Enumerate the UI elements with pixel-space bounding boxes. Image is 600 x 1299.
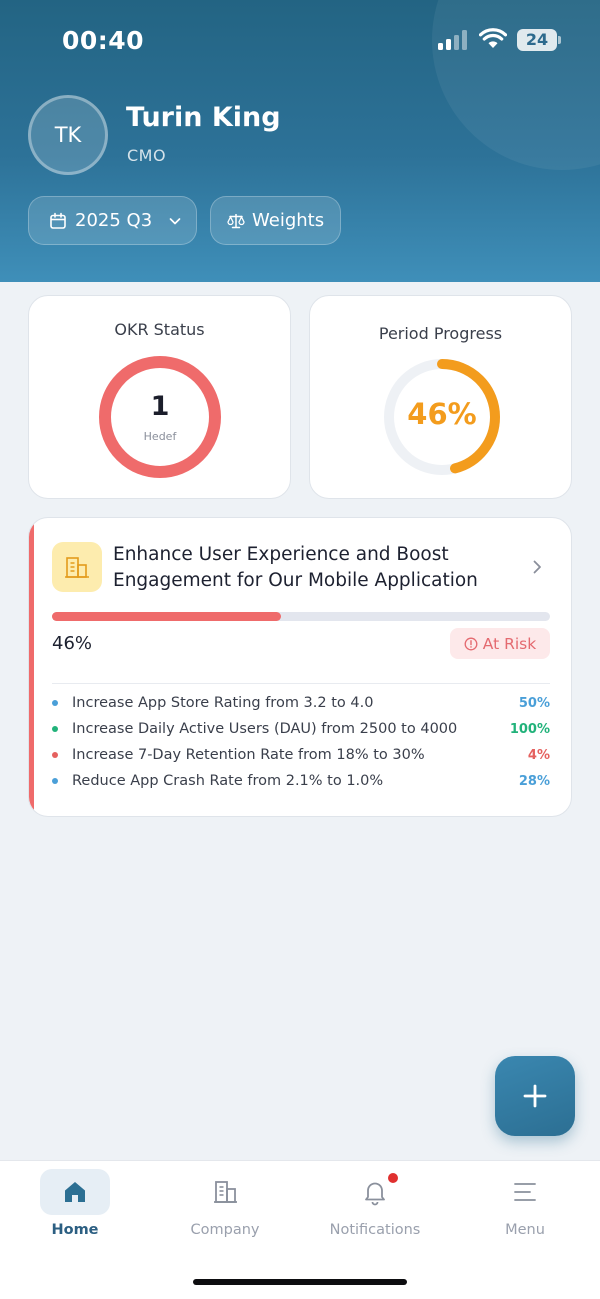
weights-label: Weights — [252, 210, 325, 231]
key-result-percent: 100% — [509, 721, 550, 737]
nav-home-label: Home — [51, 1222, 99, 1238]
key-result-text: Reduce App Crash Rate from 2.1% to 1.0% — [72, 773, 384, 789]
period-progress-title: Period Progress — [378, 324, 503, 343]
building-icon — [214, 1181, 237, 1203]
nav-menu-label: Menu — [505, 1222, 545, 1238]
key-results-list: Increase App Store Rating from 3.2 to 4.… — [52, 690, 550, 794]
battery-icon: 24 — [517, 29, 557, 51]
chevron-right-icon[interactable] — [528, 558, 546, 576]
calendar-icon — [50, 212, 66, 229]
objective-progress-percent: 46% — [52, 633, 93, 654]
period-progress-card[interactable]: Period Progress 46% — [309, 295, 572, 499]
home-indicator — [193, 1279, 407, 1285]
nav-menu[interactable]: Menu — [450, 1161, 600, 1251]
key-result-dot — [52, 752, 58, 758]
objective-icon — [52, 542, 102, 592]
user-role: CMO — [127, 146, 167, 165]
nav-notifications-label: Notifications — [329, 1222, 421, 1238]
chevron-down-icon — [169, 217, 181, 224]
add-button[interactable] — [495, 1056, 575, 1136]
profile-header: 00:40 24 TK Turin King CMO 2025 Q3 Weigh… — [0, 0, 600, 282]
nav-home-icon-wrap — [40, 1169, 110, 1215]
status-badge-label: At Risk — [482, 634, 537, 653]
status-time: 00:40 — [62, 26, 145, 55]
key-result-text: Increase App Store Rating from 3.2 to 4.… — [72, 695, 374, 711]
key-result-text: Increase Daily Active Users (DAU) from 2… — [72, 721, 458, 737]
objective-progress-bar — [52, 612, 550, 621]
nav-home[interactable]: Home — [0, 1161, 150, 1251]
okr-count: 1 — [150, 391, 170, 422]
building-icon — [65, 557, 89, 578]
alert-circle-icon — [464, 637, 478, 650]
okr-status-card[interactable]: OKR Status 1 Hedef — [28, 295, 291, 499]
okr-count-label: Hedef — [143, 430, 177, 443]
key-result-text: Increase 7-Day Retention Rate from 18% t… — [72, 747, 425, 763]
key-result-item[interactable]: Increase 7-Day Retention Rate from 18% t… — [52, 742, 550, 768]
okr-status-center: 1 Hedef — [95, 391, 225, 443]
objective-title-line-1: Enhance User Experience and Boost — [113, 544, 449, 565]
nav-menu-icon-wrap — [490, 1169, 560, 1215]
risk-indicator-strip — [29, 518, 34, 816]
objective-title-line-2: Engagement for Our Mobile Application — [113, 570, 478, 591]
nav-notifications[interactable]: Notifications — [300, 1161, 450, 1251]
objective-card[interactable]: Enhance User Experience and Boost Engage… — [28, 517, 572, 817]
period-progress-percent: 46% — [407, 397, 477, 431]
key-result-item[interactable]: Increase Daily Active Users (DAU) from 2… — [52, 716, 550, 742]
period-label: 2025 Q3 — [75, 210, 153, 231]
status-bar: 00:40 24 — [0, 0, 600, 80]
nav-company-label: Company — [190, 1222, 260, 1238]
key-result-item[interactable]: Reduce App Crash Rate from 2.1% to 1.0% … — [52, 768, 550, 794]
nav-company-icon-wrap — [190, 1169, 260, 1215]
key-result-percent: 50% — [518, 695, 550, 711]
notification-badge — [387, 1172, 399, 1184]
home-icon — [65, 1182, 85, 1202]
scale-icon — [227, 213, 245, 228]
cellular-signal-icon — [438, 30, 468, 50]
objective-progress-fill — [52, 612, 282, 621]
nav-notifications-icon-wrap — [340, 1169, 410, 1215]
key-result-dot — [52, 700, 58, 706]
avatar[interactable]: TK — [28, 95, 108, 175]
plus-icon — [523, 1084, 547, 1108]
wifi-icon — [479, 28, 507, 48]
key-result-percent: 28% — [518, 773, 550, 789]
bell-icon — [365, 1182, 385, 1206]
nav-company[interactable]: Company — [150, 1161, 300, 1251]
menu-icon — [514, 1183, 536, 1201]
user-name: Turin King — [126, 102, 281, 133]
okr-status-title: OKR Status — [114, 320, 205, 339]
period-selector[interactable]: 2025 Q3 — [28, 196, 197, 245]
key-result-percent: 4% — [527, 747, 550, 763]
objective-title: Enhance User Experience and Boost Engage… — [113, 542, 513, 594]
battery-tip — [558, 36, 561, 44]
key-result-dot — [52, 778, 58, 784]
status-badge: At Risk — [450, 628, 550, 659]
weights-button[interactable]: Weights — [210, 196, 341, 245]
key-result-dot — [52, 726, 58, 732]
key-result-item[interactable]: Increase App Store Rating from 3.2 to 4.… — [52, 690, 550, 716]
divider — [52, 683, 550, 684]
